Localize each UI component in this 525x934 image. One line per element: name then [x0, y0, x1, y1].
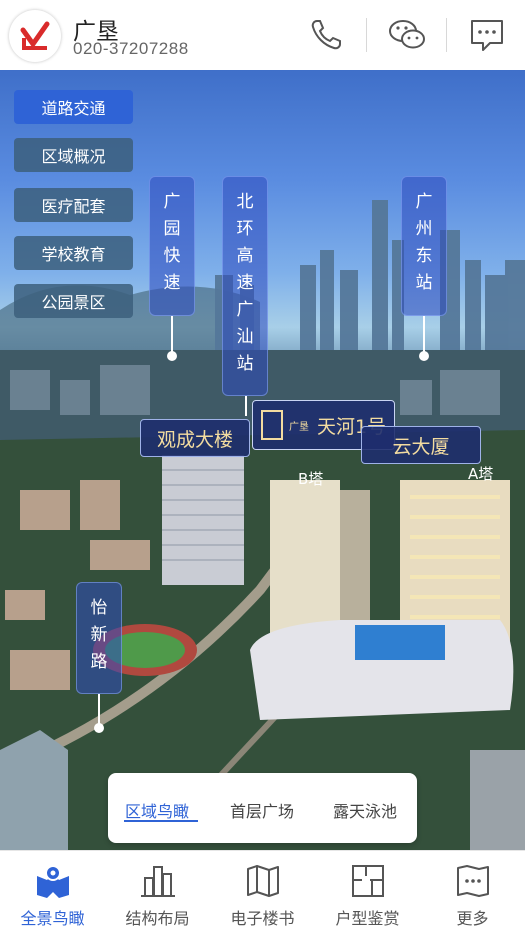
road-label-char: 广 — [236, 300, 254, 320]
nav-label: 电子楼书 — [230, 909, 295, 928]
road-label-char: 站 — [415, 273, 433, 293]
tower-a-tag: A塔 — [468, 465, 494, 483]
nav-label: 户型鉴赏 — [335, 909, 400, 928]
map-pin-icon — [33, 863, 73, 899]
road-label-char: 速 — [163, 273, 181, 293]
active-tab-underline — [124, 820, 198, 822]
aerial-panorama[interactable]: 道路交通 区域概况 医疗配套 学校教育 公园景区 广 园 快 速 北 环 高 速… — [0, 70, 525, 850]
view-switcher: 区域鸟瞰 首层广场 露天泳池 — [108, 773, 417, 843]
tab-area-aerial[interactable]: 区域鸟瞰 — [125, 798, 189, 822]
road-label-char: 园 — [163, 219, 181, 239]
tianhe-brand-mark: 广垦 — [288, 421, 309, 433]
category-schools[interactable]: 学校教育 — [14, 236, 133, 270]
pointer-line — [423, 316, 425, 352]
hotline-number[interactable]: 020-37207288 — [73, 39, 189, 59]
floorplan-icon — [348, 863, 388, 899]
road-label-char: 广 — [163, 192, 181, 212]
building-label-yunda[interactable]: 云大厦 — [361, 426, 481, 464]
bottom-nav: 全景鸟瞰 结构布局 电子楼书 户型鉴赏 更多 — [0, 850, 525, 934]
pointer-dot — [167, 351, 177, 361]
header-divider — [366, 18, 367, 52]
nav-label: 结构布局 — [125, 909, 190, 928]
pointer-line — [98, 694, 100, 724]
category-area-overview[interactable]: 区域概况 — [14, 138, 133, 172]
road-label-guangzhou-east[interactable]: 广 州 东 站 — [401, 176, 447, 316]
tianhe-logo-icon — [260, 410, 283, 440]
road-label-char: 汕 — [236, 327, 254, 347]
message-icon[interactable] — [466, 14, 508, 56]
road-label-char: 东 — [415, 246, 433, 266]
nav-ebook[interactable]: 电子楼书 — [210, 851, 315, 934]
road-label-yixin[interactable]: 怡 新 路 — [76, 582, 122, 694]
pointer-dot — [419, 351, 429, 361]
road-label-char: 路 — [90, 652, 108, 672]
road-label-char: 新 — [90, 625, 108, 645]
app-header: 广垦 020-37207288 — [0, 0, 525, 70]
road-label-char: 高 — [236, 246, 254, 266]
bar-structure-icon — [138, 863, 178, 899]
header-divider — [446, 18, 447, 52]
tower-b-tag: B塔 — [298, 470, 324, 488]
road-label-char: 州 — [415, 219, 433, 239]
road-label-char: 速 — [236, 273, 254, 293]
nav-floorplan[interactable]: 户型鉴赏 — [315, 851, 420, 934]
pointer-line — [171, 316, 173, 352]
category-parks[interactable]: 公园景区 — [14, 284, 133, 318]
tab-ground-plaza[interactable]: 首层广场 — [230, 798, 294, 822]
book-map-icon — [243, 863, 283, 899]
nav-more[interactable]: 更多 — [420, 851, 525, 934]
category-medical[interactable]: 医疗配套 — [14, 188, 133, 222]
road-label-char: 北 — [236, 192, 254, 212]
nav-structure[interactable]: 结构布局 — [105, 851, 210, 934]
road-label-beihuan[interactable]: 北 环 高 速 广 汕 站 — [222, 176, 268, 396]
road-label-char: 环 — [236, 219, 254, 239]
road-label-char: 站 — [236, 354, 254, 374]
road-label-char: 怡 — [90, 598, 108, 618]
road-label-char: 广 — [415, 192, 433, 212]
road-label-char: 快 — [163, 246, 181, 266]
phone-icon[interactable] — [305, 14, 347, 56]
pointer-line — [245, 396, 247, 416]
more-icon — [453, 863, 493, 899]
nav-label: 更多 — [456, 909, 489, 928]
building-label-guancheng[interactable]: 观成大楼 — [140, 419, 250, 457]
category-roads[interactable]: 道路交通 — [14, 90, 133, 124]
tab-outdoor-pool[interactable]: 露天泳池 — [333, 798, 397, 822]
brand-logo — [9, 10, 61, 62]
nav-panorama[interactable]: 全景鸟瞰 — [0, 851, 105, 934]
wechat-icon[interactable] — [386, 14, 428, 56]
pointer-dot — [94, 723, 104, 733]
road-label-guangyuan[interactable]: 广 园 快 速 — [149, 176, 195, 316]
nav-label: 全景鸟瞰 — [20, 909, 85, 928]
